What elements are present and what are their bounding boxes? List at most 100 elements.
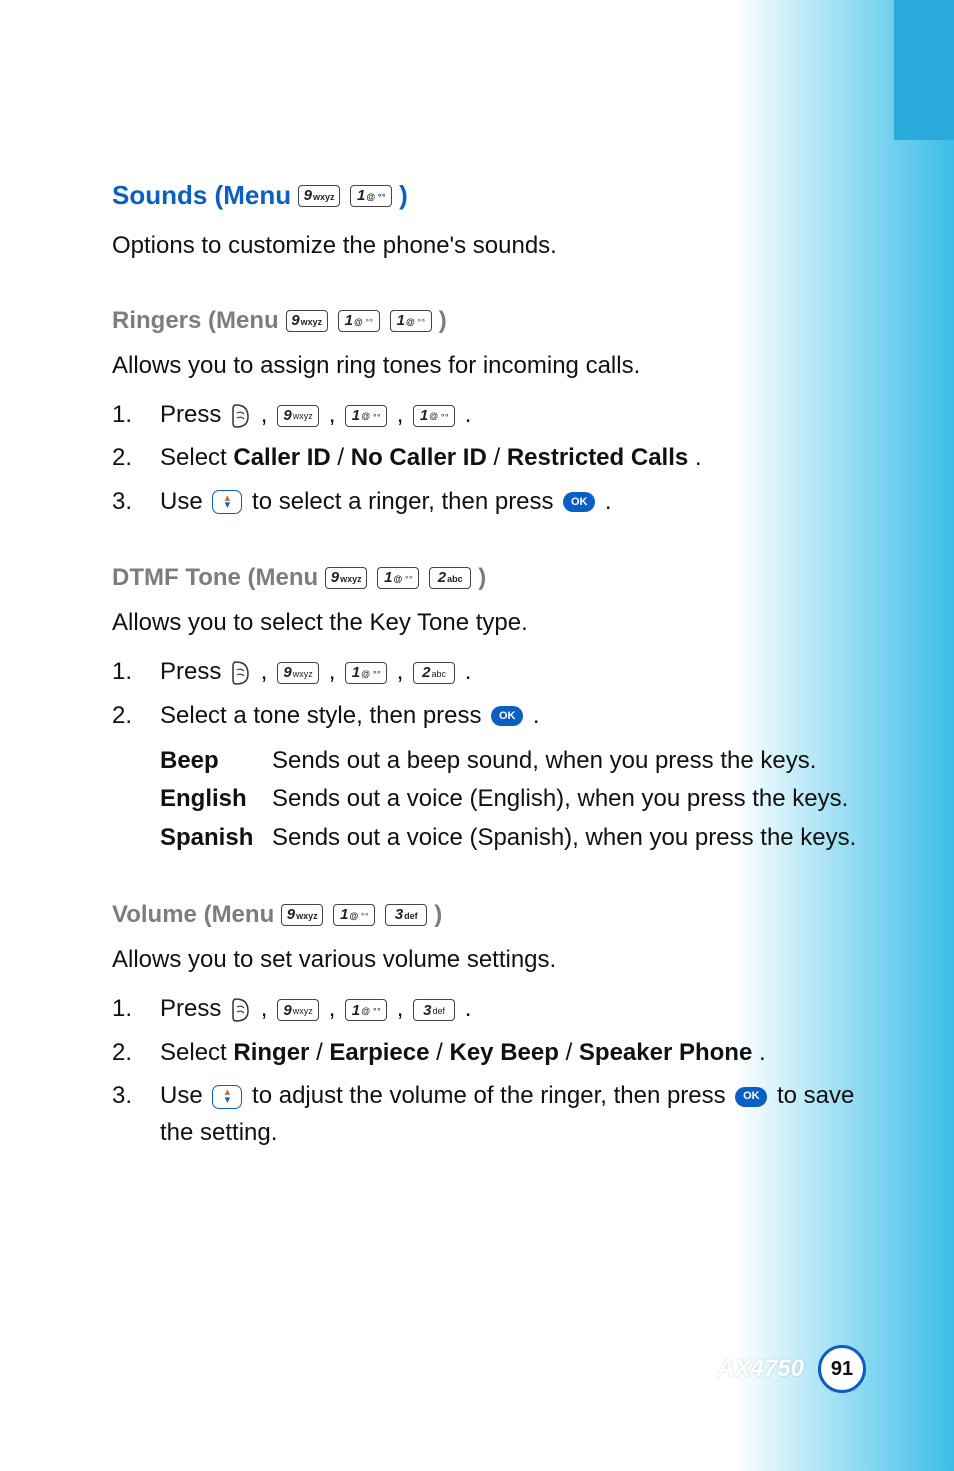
key-9-icon: 9wxyz [277,662,319,684]
dtmf-intro: Allows you to select the Key Tone type. [112,606,862,640]
page-footer: AX4750 91 [717,1345,866,1393]
step-number: 3. [112,483,160,520]
key-1-icon: 1@∘∘ [350,185,392,207]
sep: / [337,444,350,471]
ringers-heading: Ringers (Menu 9wxyz 1@∘∘ 1@∘∘ ) [112,307,862,335]
model-label: AX4750 [717,1355,804,1383]
volume-heading-suffix: ) [434,901,442,929]
sounds-intro: Options to customize the phone's sounds. [112,229,862,263]
key-1-icon: 1@∘∘ [338,310,380,332]
dtmf-heading: DTMF Tone (Menu 9wxyz 1@∘∘ 2abc ) [112,564,862,592]
step-number: 3. [112,1077,160,1151]
ringers-step-1: 1. Press , 9wxyz , 1@∘∘ , 1@∘∘ . [112,396,862,433]
ringers-step-3: 3. Use to select a ringer, then press OK… [112,483,862,520]
key-3-icon: 3def [413,999,455,1021]
key-1-icon: 1@∘∘ [390,310,432,332]
key-9-icon: 9wxyz [277,999,319,1021]
tone-label: Beep [160,742,272,780]
step-number: 2. [112,697,160,734]
sounds-heading-prefix: Sounds (Menu [112,180,291,211]
option-speaker-phone: Speaker Phone [579,1039,752,1066]
tone-desc: Sends out a voice (Spanish), when you pr… [272,819,862,857]
nav-up-down-icon [212,1085,242,1109]
comma: , [261,401,274,428]
ok-key-icon: OK [735,1087,767,1107]
volume-step-3: 3. Use to adjust the volume of the ringe… [112,1077,862,1151]
tone-label: Spanish [160,819,272,857]
option-no-caller-id: No Caller ID [351,444,487,471]
volume-step-1: 1. Press , 9wxyz , 1@∘∘ , 3def . [112,990,862,1027]
dtmf-step-2: 2. Select a tone style, then press OK . [112,697,862,734]
step-text: Press [160,401,228,428]
period: . [465,658,472,685]
key-9-icon: 9wxyz [325,567,367,589]
key-1-icon: 1@∘∘ [333,904,375,926]
comma: , [329,401,342,428]
comma: , [397,995,410,1022]
key-1-icon: 1@∘∘ [345,405,387,427]
dtmf-heading-prefix: DTMF Tone (Menu [112,564,318,592]
period: . [695,444,702,471]
ringers-intro: Allows you to assign ring tones for inco… [112,349,862,383]
step-text: Press [160,995,228,1022]
tone-desc: Sends out a voice (English), when you pr… [272,780,862,818]
tone-row-spanish: Spanish Sends out a voice (Spanish), whe… [160,819,862,857]
ok-key-icon: OK [563,492,595,512]
comma: , [329,995,342,1022]
step-text: . [533,702,540,729]
comma: , [397,658,410,685]
tone-desc: Sends out a beep sound, when you press t… [272,742,862,780]
sep: / [436,1039,449,1066]
key-9-icon: 9wxyz [277,405,319,427]
dtmf-step-1: 1. Press , 9wxyz , 1@∘∘ , 2abc . [112,653,862,690]
dtmf-tones-table: Beep Sends out a beep sound, when you pr… [160,742,862,857]
key-3-icon: 3def [385,904,427,926]
volume-intro: Allows you to set various volume setting… [112,943,862,977]
option-caller-id: Caller ID [233,444,330,471]
nav-up-down-icon [212,490,242,514]
step-number: 1. [112,990,160,1027]
page-content: Sounds (Menu 9wxyz 1@∘∘ ) Options to cus… [0,0,954,1217]
ringers-step-2: 2. Select Caller ID / No Caller ID / Res… [112,439,862,476]
softkey-icon [230,660,252,686]
step-text: Press [160,658,228,685]
volume-heading-prefix: Volume (Menu [112,901,274,929]
step-text: Select [160,444,233,471]
sep: / [316,1039,329,1066]
tone-row-english: English Sends out a voice (English), whe… [160,780,862,818]
option-key-beep: Key Beep [450,1039,559,1066]
key-9-icon: 9wxyz [298,185,340,207]
sounds-heading: Sounds (Menu 9wxyz 1@∘∘ ) [112,180,862,211]
step-text: Use [160,1082,209,1109]
step-text: Select [160,1039,233,1066]
period: . [465,995,472,1022]
comma: , [261,658,274,685]
period: . [465,401,472,428]
sep: / [566,1039,579,1066]
period: . [605,488,612,515]
step-text: Select a tone style, then press [160,702,488,729]
step-text: to select a ringer, then press [252,488,560,515]
volume-heading: Volume (Menu 9wxyz 1@∘∘ 3def ) [112,901,862,929]
softkey-icon [230,997,252,1023]
tone-row-beep: Beep Sends out a beep sound, when you pr… [160,742,862,780]
key-1-icon: 1@∘∘ [345,662,387,684]
step-number: 1. [112,396,160,433]
tone-label: English [160,780,272,818]
key-9-icon: 9wxyz [281,904,323,926]
sep: / [493,444,506,471]
key-2-icon: 2abc [413,662,455,684]
step-number: 1. [112,653,160,690]
step-text: Use [160,488,209,515]
key-1-icon: 1@∘∘ [413,405,455,427]
softkey-icon [230,403,252,429]
option-earpiece: Earpiece [329,1039,429,1066]
sounds-heading-suffix: ) [399,180,408,211]
step-text: to adjust the volume of the ringer, then… [252,1082,732,1109]
step-number: 2. [112,1034,160,1071]
period: . [759,1039,766,1066]
step-number: 2. [112,439,160,476]
comma: , [397,401,410,428]
ringers-heading-prefix: Ringers (Menu [112,307,279,335]
option-ringer: Ringer [233,1039,309,1066]
